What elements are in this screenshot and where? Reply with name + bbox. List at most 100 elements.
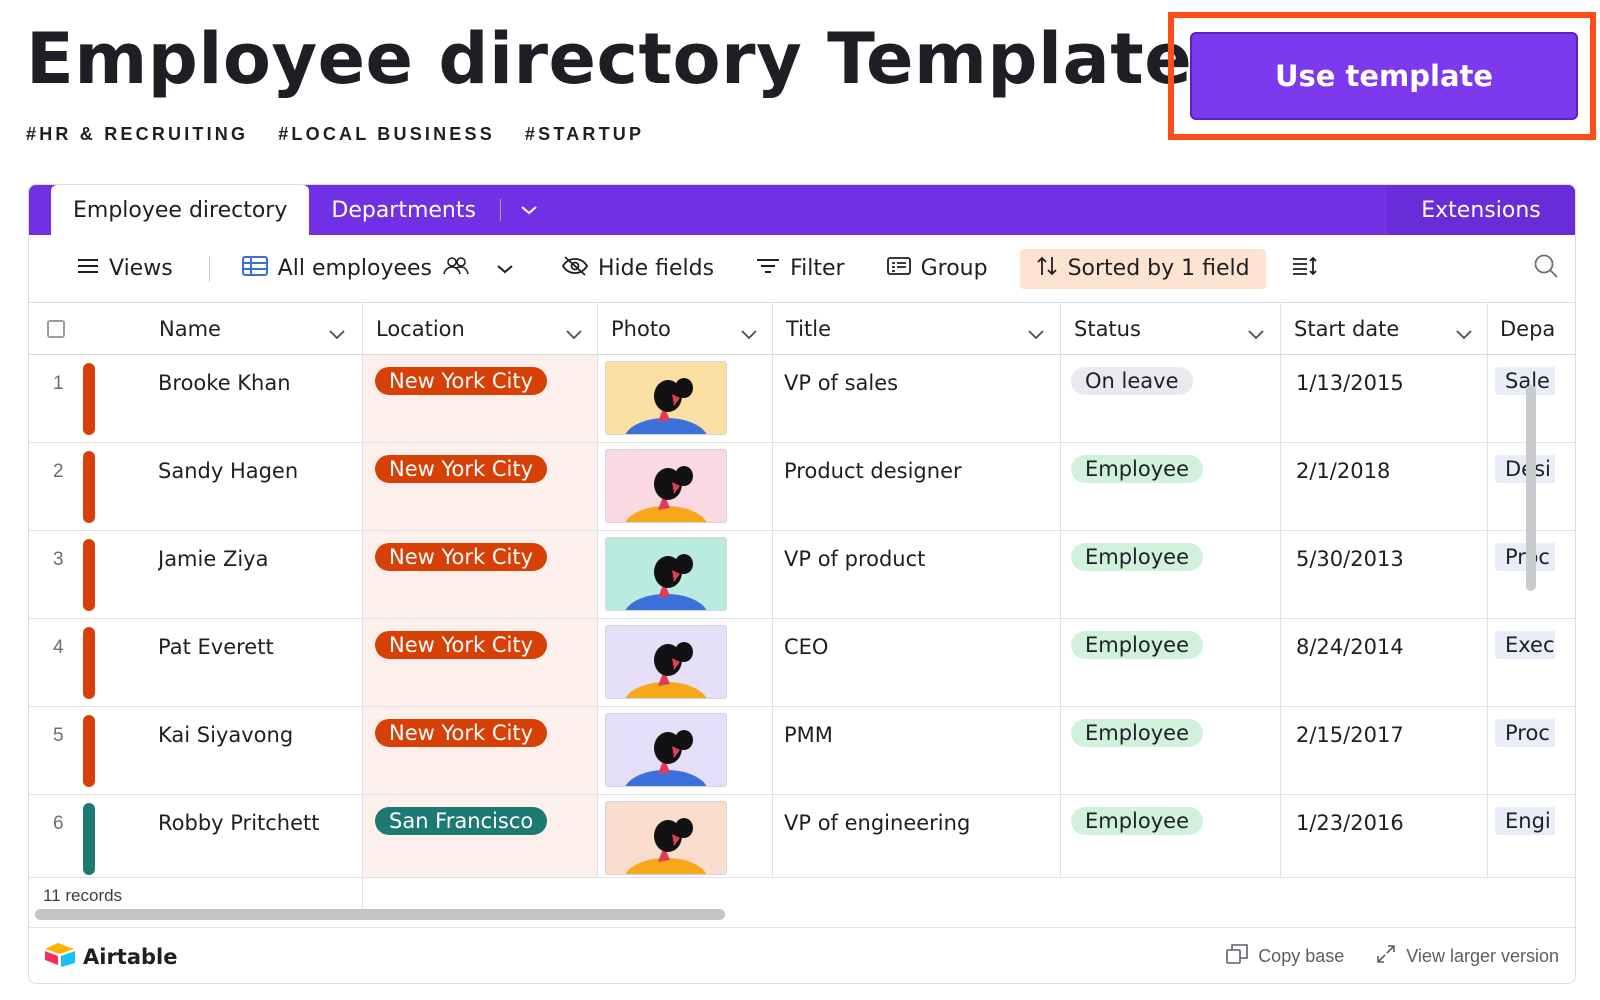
status-badge: On leave [1071,367,1193,395]
cell-department[interactable]: Exec [1495,631,1555,659]
row-number: 3 [53,549,64,570]
table-row[interactable]: 1 Brooke Khan New York City VP of sales On l… [29,355,1575,443]
copy-base-link[interactable]: Copy base [1226,944,1344,969]
row-number: 4 [53,637,64,658]
filter-icon [756,256,780,281]
view-larger-link[interactable]: View larger version [1376,944,1559,969]
airtable-logo[interactable]: Airtable [43,941,178,972]
collaborators-icon [442,256,470,282]
cell-start-date[interactable]: 1/13/2015 [1296,371,1482,395]
cell-title[interactable]: PMM [784,723,1054,747]
cell-status[interactable]: Employee [1071,631,1277,659]
cell-location[interactable]: New York City [363,531,597,618]
grid-header-row: Name Location Photo Title Status Start d… [29,303,1575,355]
location-pill: New York City [375,367,547,395]
cell-title[interactable]: VP of sales [784,371,1054,395]
column-header-start-date[interactable]: Start date [1294,303,1486,354]
cell-photo[interactable] [605,625,727,699]
cell-title[interactable]: VP of engineering [784,811,1054,835]
horizontal-scrollbar[interactable] [35,909,725,920]
cell-location[interactable]: New York City [363,707,597,794]
column-header-department[interactable]: Depa [1500,303,1575,354]
cell-status[interactable]: Employee [1071,807,1277,835]
department-tag: Desi [1495,455,1555,483]
cell-start-date[interactable]: 2/15/2017 [1296,723,1482,747]
cell-name[interactable]: Robby Pritchett [158,811,358,835]
tag-local-business[interactable]: #LOCAL BUSINESS [278,124,495,145]
cell-photo[interactable] [605,537,727,611]
filter-button[interactable]: Filter [746,249,854,289]
cell-photo[interactable] [605,801,727,875]
cell-title[interactable]: CEO [784,635,1054,659]
select-all-checkbox[interactable] [47,303,87,354]
record-count-bar: 11 records [29,877,1575,913]
table-row[interactable]: 6 Robby Pritchett San Francisco VP of engin… [29,795,1575,877]
column-header-name[interactable]: Name [159,303,359,354]
column-photo-label: Photo [611,316,671,341]
column-header-status[interactable]: Status [1074,303,1278,354]
row-number: 2 [53,461,64,482]
location-pill: New York City [375,631,547,659]
hide-fields-button[interactable]: Hide fields [552,249,724,289]
employee-photo-illustration [625,378,707,434]
cell-department[interactable]: Proc [1495,719,1555,747]
table-row[interactable]: 2 Sandy Hagen New York City Product designe… [29,443,1575,531]
use-template-button[interactable]: Use template [1190,32,1578,120]
cell-department[interactable]: Proc [1495,543,1555,571]
cell-department[interactable]: Sale [1495,367,1555,395]
tag-hr-recruiting[interactable]: #HR & RECRUITING [26,124,248,145]
cell-name[interactable]: Jamie Ziya [158,547,358,571]
table-tabbar: Employee directory Departments Extension… [29,185,1575,235]
cell-title[interactable]: VP of product [784,547,1054,571]
table-row[interactable]: 4 Pat Everett New York City CEO Employee 8/24… [29,619,1575,707]
vertical-scrollbar[interactable] [1526,385,1536,591]
table-row[interactable]: 3 Jamie Ziya New York City VP of product Emp… [29,531,1575,619]
employee-photo-illustration [625,818,707,874]
sort-button[interactable]: Sorted by 1 field [1019,248,1266,289]
view-switcher[interactable]: All employees [232,249,524,289]
tables-menu-chevron-icon[interactable] [501,185,557,235]
cell-title[interactable]: Product designer [784,459,1054,483]
cell-name[interactable]: Kai Siyavong [158,723,358,747]
group-button[interactable]: Group [877,249,998,289]
cell-location[interactable]: New York City [363,619,597,706]
status-badge: Employee [1071,807,1204,835]
tab-departments[interactable]: Departments [309,185,498,235]
column-header-photo[interactable]: Photo [611,303,771,354]
cell-status[interactable]: Employee [1071,543,1277,571]
cell-location[interactable]: New York City [363,443,597,530]
cell-photo[interactable] [605,361,727,435]
cell-photo[interactable] [605,713,727,787]
chevron-down-icon [741,321,757,345]
search-icon[interactable] [1533,253,1559,284]
cell-department[interactable]: Engi [1495,807,1555,835]
cell-status[interactable]: Employee [1071,455,1277,483]
cell-start-date[interactable]: 2/1/2018 [1296,459,1482,483]
cell-name[interactable]: Sandy Hagen [158,459,358,483]
copy-icon [1226,944,1248,969]
column-header-title[interactable]: Title [786,303,1058,354]
table-row[interactable]: 5 Kai Siyavong New York City PMM Employee 2/1… [29,707,1575,795]
chevron-down-icon [496,256,514,281]
cell-start-date[interactable]: 8/24/2014 [1296,635,1482,659]
cell-photo[interactable] [605,449,727,523]
cell-status[interactable]: Employee [1071,719,1277,747]
tab-employee-directory[interactable]: Employee directory [51,185,310,235]
cell-location[interactable]: San Francisco [363,795,597,877]
cell-name[interactable]: Pat Everett [158,635,358,659]
column-title-label: Title [786,316,832,341]
cell-start-date[interactable]: 5/30/2013 [1296,547,1482,571]
cell-name[interactable]: Brooke Khan [158,371,358,395]
cell-start-date[interactable]: 1/23/2016 [1296,811,1482,835]
column-start-date-label: Start date [1294,316,1400,341]
cell-department[interactable]: Desi [1495,455,1555,483]
chevron-down-icon [329,321,345,345]
row-height-button[interactable] [1282,249,1328,289]
cell-status[interactable]: On leave [1071,367,1277,395]
tag-startup[interactable]: #STARTUP [525,124,644,145]
column-header-location[interactable]: Location [376,303,596,354]
views-button[interactable]: Views [67,249,183,289]
employee-photo-illustration [625,554,707,610]
extensions-button[interactable]: Extensions [1387,185,1575,235]
cell-location[interactable]: New York City [363,355,597,442]
